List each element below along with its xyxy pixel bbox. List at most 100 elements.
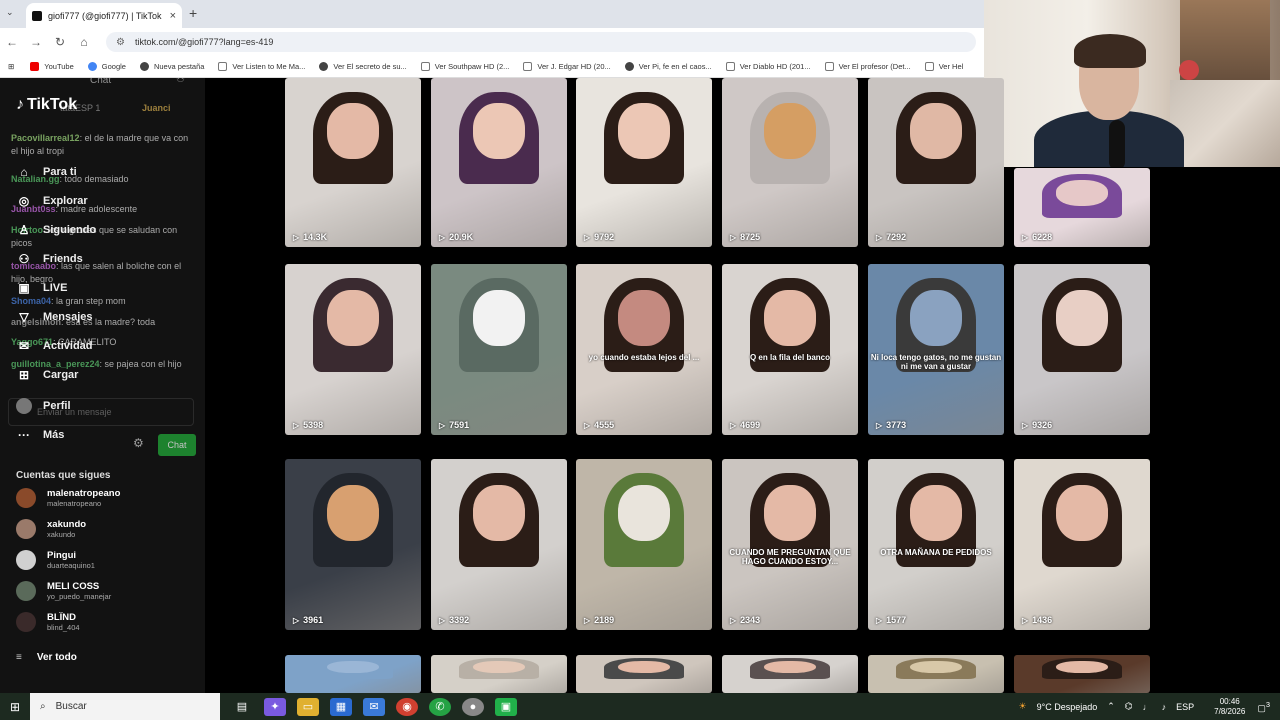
clock[interactable]: 00:46 7/8/2026 (1214, 697, 1245, 717)
video-thumbnail[interactable] (431, 655, 567, 693)
nav-item[interactable]: ▽ Mensajes (16, 307, 92, 327)
thumbnail-subject-face (473, 484, 525, 542)
video-thumbnail[interactable]: ▷ 20.9K (431, 78, 567, 247)
app-icon[interactable]: ● (462, 697, 484, 716)
chrome-icon[interactable]: ◉ (396, 697, 418, 716)
thumbnail-subject-face (910, 289, 962, 347)
video-thumbnail[interactable]: ▷ 5398 (285, 264, 421, 435)
account-name: xakundo (47, 519, 87, 530)
google-icon (87, 62, 97, 71)
globe-icon (624, 62, 634, 71)
forward-arrow-icon[interactable]: → (24, 35, 48, 49)
tab-search-icon[interactable]: ⌄ (6, 7, 14, 18)
nav-item[interactable]: ··· Más (16, 425, 64, 445)
video-thumbnail[interactable]: OTRA MAÑANA DE PEDIDOS ▷ 1577 (868, 459, 1004, 630)
video-thumbnail[interactable]: yo cuando estaba lejos del ... ▷ 4555 (576, 264, 712, 435)
play-icon: ▷ (584, 615, 591, 625)
taskbar-search[interactable]: ⌕ Buscar (30, 693, 220, 720)
see-all-link[interactable]: ≡ Ver todo (16, 652, 77, 663)
nav-item[interactable]: ⌂ Para ti (16, 162, 76, 182)
notification-icon[interactable]: ▢3 (1257, 700, 1270, 714)
avatar (16, 550, 36, 570)
video-thumbnail[interactable]: ▷ 7292 (868, 78, 1004, 247)
volume-icon[interactable]: ♪ (1162, 702, 1167, 712)
store-icon[interactable]: ▦ (330, 697, 352, 716)
followed-account[interactable]: xakundo xakundo (16, 516, 196, 542)
video-thumbnail[interactable]: ▷ 7591 (431, 264, 567, 435)
network-icon[interactable]: ⌬ (1125, 701, 1133, 712)
site-info-icon[interactable]: ⚙ (116, 37, 125, 48)
apps-grid-icon[interactable]: ⊞ (8, 62, 14, 71)
following-title: Cuentas que sigues (16, 470, 111, 481)
mail-icon[interactable]: ✉ (363, 697, 385, 716)
active-tab[interactable]: giofi777 (@giofi777) | TikTok × (26, 3, 182, 28)
copilot-icon[interactable]: ✦ (264, 697, 286, 716)
followed-account[interactable]: MELI COSS yo_puedo_manejar (16, 578, 196, 604)
nav-item[interactable]: Perfil (16, 396, 71, 416)
video-thumbnail[interactable] (722, 655, 858, 693)
nav-item[interactable]: ✉ Actividad (16, 336, 93, 356)
video-thumbnail[interactable]: ▷ 6228 (1014, 168, 1150, 247)
bookmark-item[interactable]: Ver Listen to Me Ma... (218, 62, 305, 71)
home-icon[interactable]: ⌂ (72, 35, 96, 49)
video-thumbnail[interactable]: ▷ 2189 (576, 459, 712, 630)
address-bar[interactable]: ⚙ tiktok.com/@giofi777?lang=es-419 (106, 32, 976, 52)
bookmark-item[interactable]: Google (87, 62, 126, 71)
bookmark-item[interactable]: Ver Pi, fe en el caos... (624, 62, 712, 71)
windows-start-icon[interactable]: ⊞ (0, 700, 30, 714)
video-thumbnail[interactable]: ▷ 9326 (1014, 264, 1150, 435)
tiktok-logo[interactable]: ♪ TikTok (16, 96, 77, 114)
video-thumbnail[interactable]: Q en la fila del banco ▷ 4699 (722, 264, 858, 435)
back-arrow-icon[interactable]: ← (0, 35, 24, 49)
bookmark-item[interactable]: Ver El profesor (Det... (824, 62, 911, 71)
thumbnail-subject-face (764, 103, 816, 160)
view-count-value: 3961 (303, 615, 324, 625)
followed-account[interactable]: Pingui duarteaquino1 (16, 547, 196, 573)
windows-taskbar: ⊞ ⌕ Buscar ▤ ✦ ▭ ▦ ✉ ◉ ✆ ● ▣ ☀ 9°C Despe… (0, 693, 1280, 720)
new-tab-icon[interactable]: + (189, 5, 197, 21)
chat-users-icon[interactable]: ⚇ (176, 78, 185, 85)
video-thumbnail[interactable]: ▷ 8725 (722, 78, 858, 247)
tray-chevron-icon[interactable]: ⌃ (1107, 701, 1115, 712)
obs-green-icon[interactable]: ▣ (495, 697, 517, 716)
bookmark-item[interactable]: Ver El secreto de su... (319, 62, 407, 71)
lang-indicator[interactable]: ESP (1176, 702, 1194, 712)
nav-item[interactable]: ⊞ Cargar (16, 365, 79, 385)
video-thumbnail[interactable] (576, 655, 712, 693)
weather-icon[interactable]: ☀ (1019, 701, 1027, 712)
video-thumbnail[interactable]: ▷ 14.3K (285, 78, 421, 247)
bookmark-item[interactable]: Nueva pestaña (139, 62, 204, 71)
bookmark-item[interactable]: Ver Southpaw HD (2... (420, 62, 509, 71)
tab-title: giofi777 (@giofi777) | TikTok (48, 10, 162, 21)
chat-settings-gear-icon[interactable]: ⚙ (133, 436, 144, 450)
bookmark-item[interactable]: Ver Hel (924, 62, 963, 71)
reload-icon[interactable]: ↻ (48, 35, 72, 49)
video-thumbnail[interactable]: ▷ 3961 (285, 459, 421, 630)
task-view-icon[interactable]: ▤ (231, 698, 253, 716)
nav-item[interactable]: ◎ Explorar (16, 191, 88, 211)
followed-account[interactable]: BLÏND blind_404 (16, 609, 196, 635)
nav-item[interactable]: ♙ Siguiendo (16, 220, 97, 240)
whatsapp-icon[interactable]: ✆ (429, 697, 451, 716)
video-thumbnail[interactable] (1014, 655, 1150, 693)
video-thumbnail[interactable]: ▷ 9792 (576, 78, 712, 247)
thumbnail-subject-face (910, 103, 962, 160)
mic-icon[interactable]: ♩ (1143, 702, 1152, 712)
bookmark-item[interactable]: YouTube (30, 62, 74, 71)
file-explorer-icon[interactable]: ▭ (297, 697, 319, 716)
weather-text[interactable]: 9°C Despejado (1037, 702, 1098, 712)
video-thumbnail[interactable]: CUANDO ME PREGUNTAN QUE HAGO CUANDO ESTO… (722, 459, 858, 630)
video-thumbnail[interactable]: ▷ 3392 (431, 459, 567, 630)
close-tab-icon[interactable]: × (170, 10, 176, 22)
nav-item[interactable]: ⚇ Friends (16, 249, 83, 269)
bookmark-item[interactable]: Ver Diablo HD (201... (725, 62, 811, 71)
video-thumbnail[interactable]: Ni loca tengo gatos, no me gustan ni me … (868, 264, 1004, 435)
video-thumbnail[interactable]: ▷ 1436 (1014, 459, 1150, 630)
chat-send-button[interactable]: Chat (158, 434, 196, 456)
nav-item[interactable]: ▣ LIVE (16, 278, 67, 298)
video-thumbnail[interactable] (285, 655, 421, 693)
video-thumbnail[interactable] (868, 655, 1004, 693)
followed-account[interactable]: malenatropeano malenatropeano (16, 485, 196, 511)
bookmark-item[interactable]: Ver J. Edgar HD (20... (523, 62, 611, 71)
chat-username[interactable]: Pacovillarreal12 (11, 133, 80, 143)
